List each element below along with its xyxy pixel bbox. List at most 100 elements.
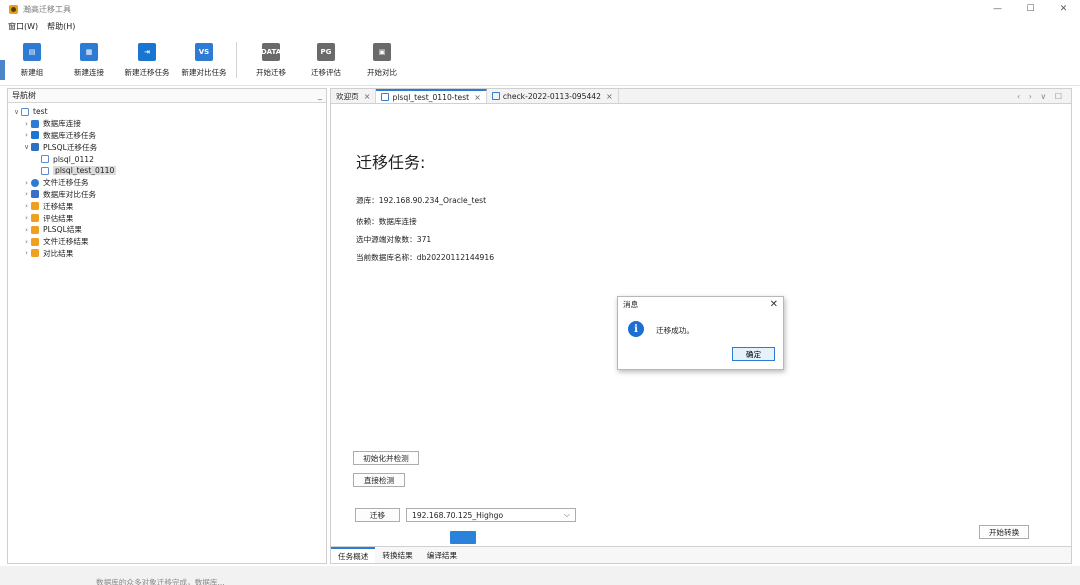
tree-item[interactable]: › 文件迁移任务 [8, 177, 326, 189]
nav-header: 导航树 _ [8, 89, 326, 103]
dialog-close-icon[interactable]: ✕ [770, 299, 778, 310]
tree-item-label: plsql_test_0110 [53, 166, 117, 176]
close-tab-icon[interactable]: × [606, 92, 613, 101]
close-window-button[interactable]: ✕ [1047, 0, 1080, 18]
tree-item[interactable]: ∨ PLSQL迁移任务 [8, 141, 326, 153]
window-controls: — ☐ ✕ [981, 0, 1080, 18]
status-text: 数据库的众多对象迁移完成，数据库... [96, 578, 225, 585]
folder-icon [31, 202, 39, 211]
new-group-icon: ▤ [23, 43, 41, 61]
start-compare-button[interactable]: ▣ 开始对比 [352, 43, 412, 78]
bottom-tab[interactable]: 编译结果 [420, 547, 464, 563]
progress-indicator [450, 531, 476, 544]
migration-evaluation-icon: PG [317, 43, 335, 61]
menu-help[interactable]: 帮助(H) [47, 21, 75, 32]
selected-count-text: 选中源端对象数：371 [356, 235, 432, 244]
chevron-right-icon[interactable]: › [22, 131, 31, 139]
page-title: 迁移任务: [356, 153, 426, 172]
navigation-panel: 导航树 _ ∨ test › 数据库连接 › 数据库迁移任务 ∨ PLSQL迁移任务 plsql… [7, 88, 327, 564]
tree-item-label: 数据库连接 [43, 119, 81, 129]
new-migration-task-button[interactable]: ⇥ 新建迁移任务 [117, 43, 177, 78]
editor-tab-bar: 欢迎页 × plsql_test_0110-test × check-2022-0113… [331, 89, 1071, 104]
chevron-right-icon[interactable]: › [22, 190, 31, 198]
new-connection-button[interactable]: ▦ 新建连接 [59, 43, 119, 78]
db-icon [31, 119, 39, 128]
chevron-right-icon[interactable]: › [22, 179, 31, 187]
nav-minimize-button[interactable]: _ [318, 91, 322, 100]
chevron-right-icon[interactable]: › [22, 226, 31, 234]
tree-item-label: PLSQL结果 [43, 225, 83, 235]
chevron-right-icon[interactable]: › [22, 214, 31, 222]
tree-item-label: 数据库迁移任务 [43, 130, 97, 140]
tree-item-label: 对比结果 [43, 248, 74, 258]
tree-item-label: PLSQL迁移任务 [43, 142, 98, 152]
tree-item[interactable]: › 数据库连接 [8, 118, 326, 130]
tree-item-label: 文件迁移结果 [43, 237, 89, 247]
migration-evaluation-button[interactable]: PG 迁移评估 [296, 43, 356, 78]
bottom-tab[interactable]: 转换结果 [375, 547, 419, 563]
pl-icon [31, 143, 39, 152]
close-tab-icon[interactable]: × [474, 93, 481, 102]
tree-item-label: 迁移结果 [43, 201, 74, 211]
new-group-button[interactable]: ▤ 新建组 [2, 43, 62, 78]
main-toolbar: ▤ 新建组 ▦ 新建连接 ⇥ 新建迁移任务 VS 新建对比任务 DATA 开始迁移 PG 迁移评估 ▣ 开… [0, 36, 1080, 86]
tree-item-label: 文件迁移任务 [43, 178, 89, 188]
dialog-title-bar: 消息 ✕ [618, 297, 783, 311]
nav-title: 导航树 [12, 91, 36, 100]
vs-icon [31, 190, 39, 199]
editor-tab[interactable]: 欢迎页 × [331, 89, 377, 103]
start-compare-icon: ▣ [373, 43, 391, 61]
folder-icon [31, 249, 39, 258]
folder-icon [31, 225, 39, 234]
chevron-down-icon[interactable]: ∨ [12, 108, 21, 116]
dialog-message: 迁移成功。 [656, 326, 694, 335]
current-db-text: 当前数据库名称：db20220112144916 [356, 253, 495, 262]
direct-check-button[interactable]: 直接检测 [353, 473, 405, 487]
close-tab-icon[interactable]: × [364, 92, 371, 101]
target-db-select[interactable]: 192.168.70.125_Highgo ⌵ [406, 508, 576, 522]
message-dialog: 消息 ✕ i 迁移成功。 确定 [617, 296, 784, 370]
new-migration-task-label: 新建迁移任务 [124, 68, 170, 77]
start-migration-label: 开始迁移 [256, 68, 286, 77]
chevron-down-icon: ⌵ [563, 510, 570, 519]
mig-icon [31, 131, 39, 140]
chevron-down-icon[interactable]: ∨ [22, 143, 31, 151]
new-connection-label: 新建连接 [74, 68, 104, 77]
tree-item[interactable]: plsql_0112 [8, 153, 326, 165]
start-migration-button[interactable]: DATA 开始迁移 [241, 43, 301, 78]
tree-item[interactable]: › PLSQL结果 [8, 224, 326, 236]
dialog-ok-button[interactable]: 确定 [732, 347, 775, 361]
tree-item[interactable]: › 评估结果 [8, 212, 326, 224]
info-icon: i [628, 321, 644, 337]
chevron-right-icon[interactable]: › [22, 120, 31, 128]
bottom-tab[interactable]: 任务概述 [331, 547, 376, 563]
chevron-right-icon[interactable]: › [22, 238, 31, 246]
doc-icon [41, 155, 49, 164]
editor-tab[interactable]: plsql_test_0110-test × [376, 89, 487, 103]
tree-item-label: plsql_0112 [53, 154, 94, 164]
dialog-title: 消息 [623, 299, 639, 309]
navigation-tree: ∨ test › 数据库连接 › 数据库迁移任务 ∨ PLSQL迁移任务 plsql_0112p… [8, 103, 326, 259]
document-icon [381, 93, 390, 101]
maximize-window-button[interactable]: ☐ [1014, 0, 1047, 18]
tree-item-label: 数据库对比任务 [43, 189, 97, 199]
chevron-right-icon[interactable]: › [22, 249, 31, 257]
tree-item[interactable]: ∨ test [8, 106, 326, 118]
menu-window[interactable]: 窗口(W) [8, 21, 38, 32]
editor-tab[interactable]: check-2022-0113-095442 × [487, 89, 619, 103]
new-group-label: 新建组 [20, 68, 44, 77]
tree-item[interactable]: › 数据库对比任务 [8, 189, 326, 201]
new-compare-task-button[interactable]: VS 新建对比任务 [174, 43, 234, 78]
tree-item[interactable]: plsql_test_0110 [8, 165, 326, 177]
tree-item[interactable]: › 文件迁移结果 [8, 236, 326, 248]
init-and-check-button[interactable]: 初始化并检测 [353, 451, 419, 465]
minimize-window-button[interactable]: — [981, 0, 1014, 18]
start-convert-button[interactable]: 开始转换 [979, 525, 1029, 539]
tree-item[interactable]: › 对比结果 [8, 248, 326, 260]
migrate-button[interactable]: 迁移 [355, 508, 400, 522]
tree-item[interactable]: › 数据库迁移任务 [8, 130, 326, 142]
folder-icon [31, 237, 39, 246]
tree-item[interactable]: › 迁移结果 [8, 200, 326, 212]
tab-list-controls[interactable]: ‹ › ∨ ☐ [1017, 89, 1065, 103]
chevron-right-icon[interactable]: › [22, 202, 31, 210]
